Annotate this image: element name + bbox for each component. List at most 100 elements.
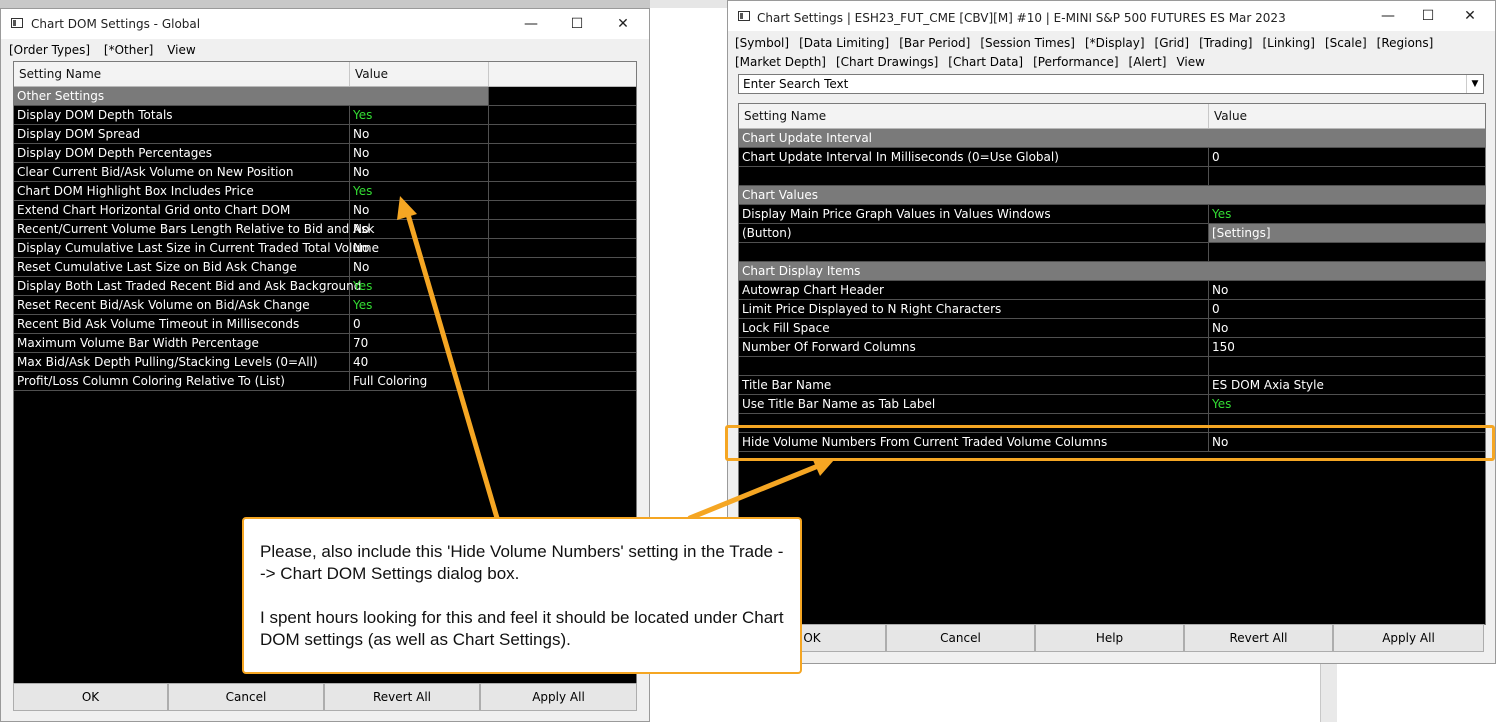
chevron-down-icon[interactable]: ▼ [1466,75,1483,93]
menu-item[interactable]: [*Display] [1085,36,1145,50]
setting-value[interactable]: No [350,201,489,219]
setting-name: Recent/Current Volume Bars Length Relati… [14,220,375,238]
setting-value[interactable]: No [350,163,489,181]
setting-value[interactable]: Full Coloring [350,372,489,390]
setting-value[interactable]: 70 [350,334,489,352]
setting-value [1209,357,1485,375]
settings-button[interactable]: [Settings] [1209,224,1485,242]
setting-value[interactable]: Yes [1209,395,1485,413]
minimize-button[interactable]: — [519,13,543,35]
menu-item[interactable]: [Alert] [1129,55,1167,69]
setting-value [1209,129,1485,147]
cancel-button[interactable]: Cancel [168,683,324,711]
setting-value [1209,186,1485,204]
setting-name: Chart Update Interval In Milliseconds (0… [739,148,1209,166]
setting-row[interactable]: Display DOM Depth Percentages No [14,144,636,163]
setting-row[interactable]: Extend Chart Horizontal Grid onto Chart … [14,201,636,220]
setting-row[interactable]: Reset Cumulative Last Size on Bid Ask Ch… [14,258,636,277]
setting-value[interactable]: Yes [350,296,489,314]
menu-view[interactable]: View [167,43,195,57]
menu-item[interactable]: View [1176,55,1204,69]
right-title-bar[interactable]: Chart Settings | ESH23_FUT_CME [CBV][M] … [728,1,1495,31]
setting-row[interactable]: Chart DOM Highlight Box Includes Price Ye… [14,182,636,201]
setting-value[interactable]: 0 [350,315,489,333]
setting-row[interactable]: Chart Update Interval In Milliseconds (0… [739,148,1485,167]
value-header: Value [1214,109,1247,123]
menu-item[interactable]: [Session Times] [980,36,1075,50]
setting-row[interactable]: Number Of Forward Columns 150 [739,338,1485,357]
setting-row[interactable]: Lock Fill Space No [739,319,1485,338]
setting-row[interactable]: Title Bar Name ES DOM Axia Style [739,376,1485,395]
setting-row[interactable]: Recent/Current Volume Bars Length Relati… [14,220,636,239]
setting-value[interactable]: No [350,258,489,276]
setting-value[interactable]: No [1209,281,1485,299]
setting-value[interactable]: 0 [1209,300,1485,318]
maximize-button[interactable]: ☐ [1416,5,1440,27]
setting-value[interactable]: Yes [350,106,489,124]
menu-item[interactable]: [Bar Period] [899,36,970,50]
setting-value [1209,243,1485,261]
minimize-button[interactable]: — [1376,5,1400,27]
close-button[interactable]: ✕ [611,13,635,35]
revert-all-button[interactable]: Revert All [1184,624,1333,652]
left-title-bar[interactable]: Chart DOM Settings - Global — ☐ ✕ [1,9,649,39]
setting-row[interactable]: Autowrap Chart Header No [739,281,1485,300]
setting-row[interactable]: Reset Recent Bid/Ask Volume on Bid/Ask C… [14,296,636,315]
apply-all-button[interactable]: Apply All [1333,624,1484,652]
setting-name: Autowrap Chart Header [739,281,1209,299]
menu-item[interactable]: [Market Depth] [735,55,826,69]
maximize-button[interactable]: ☐ [565,13,589,35]
right-menu-bar-line1: [Symbol] [Data Limiting] [Bar Period] [Sess… [735,36,1443,50]
menu-item[interactable]: [Grid] [1155,36,1190,50]
cancel-button[interactable]: Cancel [886,624,1035,652]
setting-row[interactable]: Limit Price Displayed to N Right Charact… [739,300,1485,319]
search-input[interactable]: Enter Search Text ▼ [738,74,1484,94]
close-button[interactable]: ✕ [1458,5,1482,27]
annotation-callout: Please, also include this 'Hide Volume N… [242,517,802,674]
menu-order-types[interactable]: [Order Types] [9,43,90,57]
setting-value[interactable]: 0 [1209,148,1485,166]
revert-all-button[interactable]: Revert All [324,683,480,711]
menu-item[interactable]: [Symbol] [735,36,789,50]
setting-row[interactable]: Max Bid/Ask Depth Pulling/Stacking Level… [14,353,636,372]
setting-row[interactable]: Display Main Price Graph Values in Value… [739,205,1485,224]
setting-value [1209,262,1485,280]
setting-value[interactable]: No [350,125,489,143]
menu-other[interactable]: [*Other] [104,43,153,57]
menu-item[interactable]: [Chart Data] [948,55,1023,69]
setting-name [739,167,1209,185]
setting-row[interactable]: (Button) [Settings] [739,224,1485,243]
apply-all-button[interactable]: Apply All [480,683,637,711]
setting-row[interactable]: Display DOM Spread No [14,125,636,144]
menu-item[interactable]: [Performance] [1033,55,1118,69]
ok-button[interactable]: OK [13,683,168,711]
menu-item[interactable]: [Data Limiting] [799,36,889,50]
setting-row[interactable]: Profit/Loss Column Coloring Relative To … [14,372,636,391]
setting-value[interactable]: 40 [350,353,489,371]
menu-item[interactable]: [Chart Drawings] [836,55,938,69]
setting-value[interactable]: No [350,144,489,162]
setting-row[interactable]: Display DOM Depth Totals Yes [14,106,636,125]
setting-value[interactable]: Yes [350,182,489,200]
setting-value[interactable]: No [350,220,489,238]
setting-value[interactable]: Yes [1209,205,1485,223]
setting-row[interactable]: Display Cumulative Last Size in Current … [14,239,636,258]
setting-row[interactable]: Recent Bid Ask Volume Timeout in Millise… [14,315,636,334]
menu-item[interactable]: [Linking] [1262,36,1315,50]
setting-value[interactable]: 150 [1209,338,1485,356]
menu-item[interactable]: [Regions] [1377,36,1434,50]
setting-row[interactable]: Use Title Bar Name as Tab Label Yes [739,395,1485,414]
value-header: Value [350,62,489,86]
help-button[interactable]: Help [1035,624,1184,652]
setting-row[interactable]: Clear Current Bid/Ask Volume on New Posi… [14,163,636,182]
setting-value[interactable]: ES DOM Axia Style [1209,376,1485,394]
menu-item[interactable]: [Trading] [1199,36,1252,50]
setting-name: Recent Bid Ask Volume Timeout in Millise… [14,315,350,333]
setting-value[interactable]: Yes [350,277,489,295]
setting-name: Display Both Last Traded Recent Bid and … [14,277,361,295]
menu-item[interactable]: [Scale] [1325,36,1367,50]
setting-row[interactable]: Display Both Last Traded Recent Bid and … [14,277,636,296]
setting-row[interactable]: Maximum Volume Bar Width Percentage 70 [14,334,636,353]
setting-value[interactable]: No [350,239,489,257]
setting-value[interactable]: No [1209,319,1485,337]
